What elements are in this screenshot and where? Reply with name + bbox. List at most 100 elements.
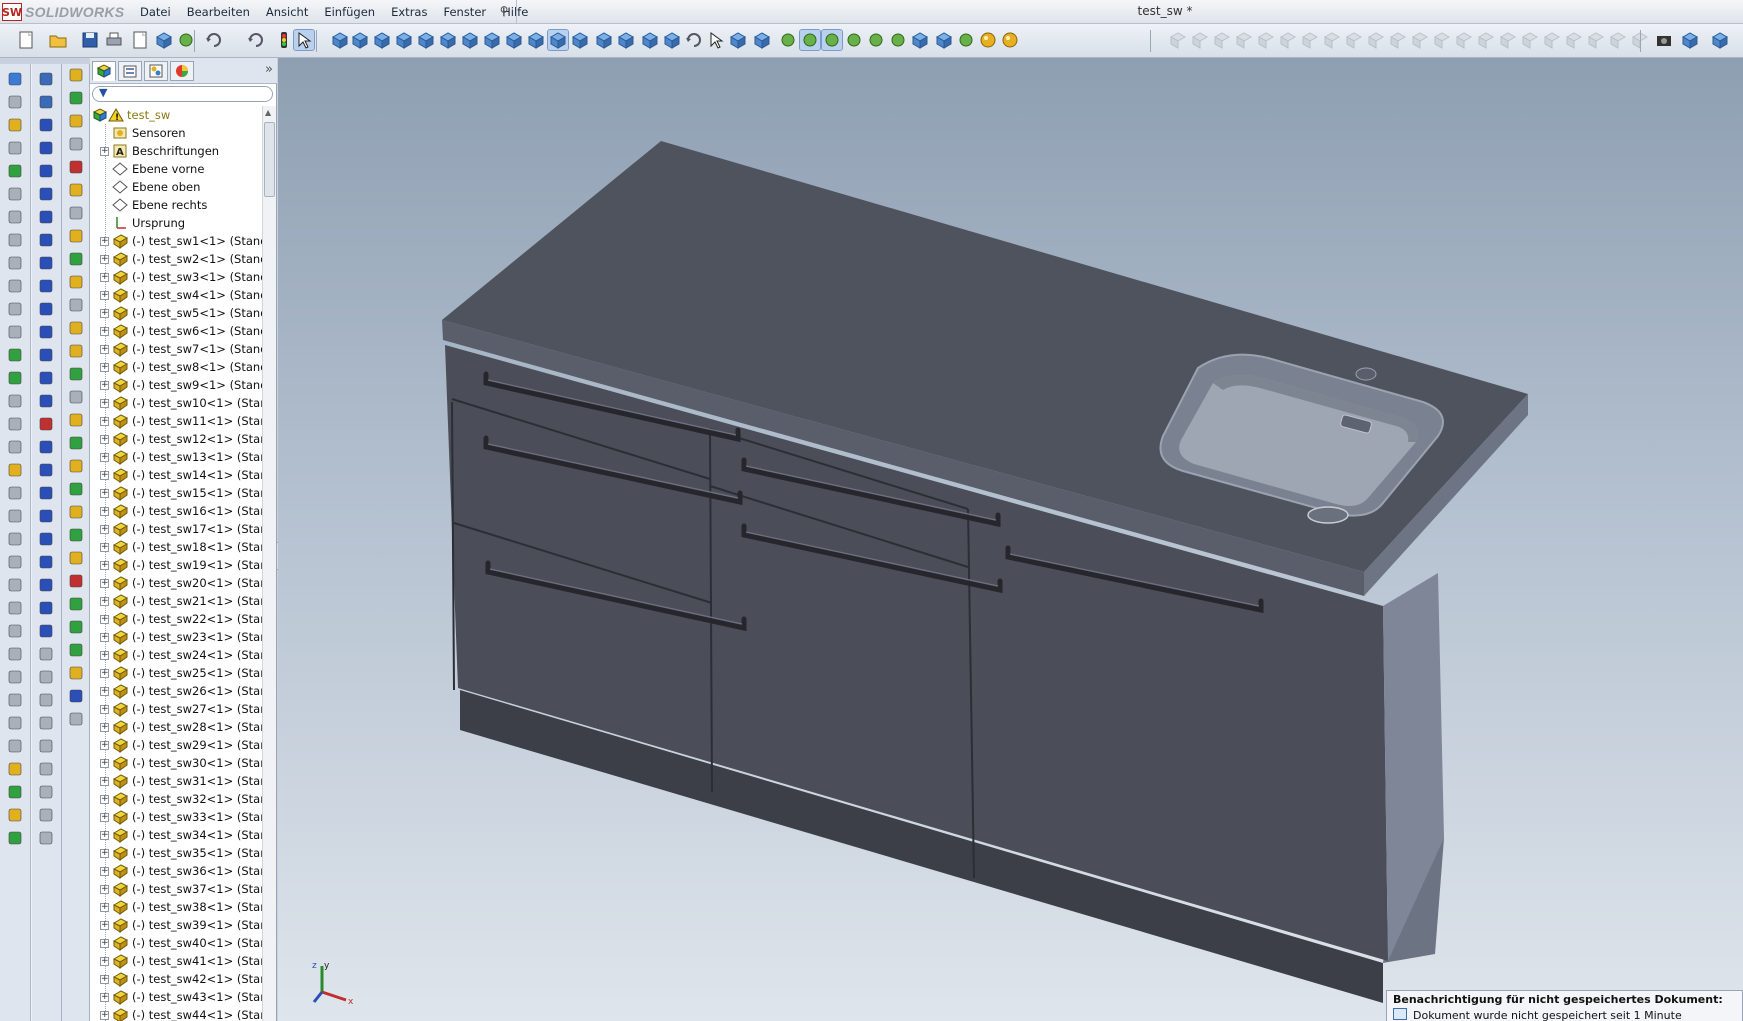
command-tool-icon[interactable] [35,781,57,803]
disabled-tool-icon[interactable] [1212,30,1232,50]
shaded-icon[interactable] [547,29,569,51]
command-tool-icon[interactable] [35,505,57,527]
command-tool-icon[interactable] [4,68,26,90]
move-component-icon[interactable] [844,30,864,50]
expand-toggle-icon[interactable]: + [100,363,109,372]
command-tool-icon[interactable] [35,252,57,274]
command-tool-icon[interactable] [65,432,87,454]
expand-toggle-icon[interactable]: + [100,777,109,786]
command-tool-icon[interactable] [4,505,26,527]
tree-component[interactable]: + (-) test_sw31<1> (Standa [90,772,262,790]
disabled-tool-icon[interactable] [1322,30,1342,50]
disabled-tool-icon[interactable] [1300,30,1320,50]
command-tool-icon[interactable] [65,340,87,362]
command-tool-icon[interactable] [4,137,26,159]
command-tool-icon[interactable] [4,735,26,757]
redo-icon[interactable] [246,30,266,50]
tree-item[interactable]: + A Beschriftungen [90,142,262,160]
command-tool-icon[interactable] [65,294,87,316]
realview-icon[interactable] [956,30,976,50]
command-tool-icon[interactable] [35,321,57,343]
command-tool-icon[interactable] [65,386,87,408]
view-back-icon[interactable] [350,30,370,50]
expand-toggle-icon[interactable]: + [100,615,109,624]
disabled-tool-icon[interactable] [1520,30,1540,50]
cabinet-model[interactable] [278,58,1743,1021]
scroll-up-icon[interactable]: ▲ [265,108,271,117]
command-tool-icon[interactable] [65,593,87,615]
command-tool-icon[interactable] [4,390,26,412]
tree-component[interactable]: + (-) test_sw12<1> (Standa [90,430,262,448]
tree-component[interactable]: + (-) test_sw40<1> (Standa [90,934,262,952]
expand-toggle-icon[interactable]: + [100,399,109,408]
expand-toggle-icon[interactable]: + [100,1011,109,1020]
disabled-tool-icon[interactable] [1366,30,1386,50]
command-tool-icon[interactable] [65,409,87,431]
command-tool-icon[interactable] [4,252,26,274]
expand-toggle-icon[interactable]: + [100,921,109,930]
command-tool-icon[interactable] [35,68,57,90]
shaded-edges-icon[interactable] [570,30,590,50]
interference-icon[interactable] [910,30,930,50]
expand-toggle-icon[interactable]: + [100,525,109,534]
disabled-tool-icon[interactable] [1278,30,1298,50]
command-tool-icon[interactable] [4,298,26,320]
command-tool-icon[interactable] [35,160,57,182]
tree-component[interactable]: + (-) test_sw8<1> (Standar [90,358,262,376]
command-tool-icon[interactable] [4,597,26,619]
expand-toggle-icon[interactable]: + [100,147,109,156]
command-tool-icon[interactable] [35,666,57,688]
tree-component[interactable]: + (-) test_sw44<1> (Standa [90,1006,262,1021]
tree-component[interactable]: + (-) test_sw22<1> (Standa [90,610,262,628]
filter-icon[interactable]: ▼ [99,86,107,99]
command-tool-icon[interactable] [65,685,87,707]
command-tool-icon[interactable] [65,133,87,155]
open-icon[interactable] [48,30,68,50]
disabled-tool-icon[interactable] [1476,30,1496,50]
command-tool-icon[interactable] [4,551,26,573]
tree-component[interactable]: + (-) test_sw32<1> (Standa [90,790,262,808]
command-tool-icon[interactable] [65,478,87,500]
expand-toggle-icon[interactable]: + [100,381,109,390]
shadows-icon[interactable] [978,30,998,50]
command-tool-icon[interactable] [4,344,26,366]
command-tool-icon[interactable] [65,156,87,178]
print-icon[interactable] [104,30,124,50]
expand-toggle-icon[interactable]: + [100,561,109,570]
disabled-tool-icon[interactable] [1454,30,1474,50]
rotate-component-icon[interactable] [866,30,886,50]
expand-toggle-icon[interactable]: + [100,813,109,822]
command-tool-icon[interactable] [4,827,26,849]
command-tool-icon[interactable] [35,597,57,619]
zoom-icon[interactable] [706,30,726,50]
menu-extras[interactable]: Extras [383,5,435,19]
command-tool-icon[interactable] [4,804,26,826]
command-tool-icon[interactable] [35,827,57,849]
command-tool-icon[interactable] [65,363,87,385]
command-tool-icon[interactable] [4,91,26,113]
tree-component[interactable]: + (-) test_sw18<1> (Standa [90,538,262,556]
tree-component[interactable]: + (-) test_sw11<1> (Standa [90,412,262,430]
menu-einfuegen[interactable]: Einfügen [316,5,383,19]
tree-component[interactable]: + (-) test_sw25<1> (Standa [90,664,262,682]
tree-component[interactable]: + (-) test_sw17<1> (Standa [90,520,262,538]
command-tool-icon[interactable] [35,344,57,366]
command-tool-icon[interactable] [4,413,26,435]
expand-toggle-icon[interactable]: + [100,237,109,246]
tree-component[interactable]: + (-) test_sw23<1> (Standa [90,628,262,646]
command-tool-icon[interactable] [35,229,57,251]
command-tool-icon[interactable] [35,735,57,757]
command-tool-icon[interactable] [35,367,57,389]
pan-icon[interactable] [684,30,704,50]
disabled-tool-icon[interactable] [1564,30,1584,50]
command-tool-icon[interactable] [65,708,87,730]
camera-icon[interactable] [1654,30,1674,50]
tree-filter-input[interactable]: ▼ [92,86,273,102]
command-tool-icon[interactable] [35,436,57,458]
tree-component[interactable]: + (-) test_sw10<1> (Standa [90,394,262,412]
expand-toggle-icon[interactable]: + [100,759,109,768]
tree-component[interactable]: + (-) test_sw7<1> (Standar [90,340,262,358]
command-tool-icon[interactable] [35,574,57,596]
appearance-icon[interactable] [934,30,954,50]
expand-toggle-icon[interactable]: + [100,687,109,696]
